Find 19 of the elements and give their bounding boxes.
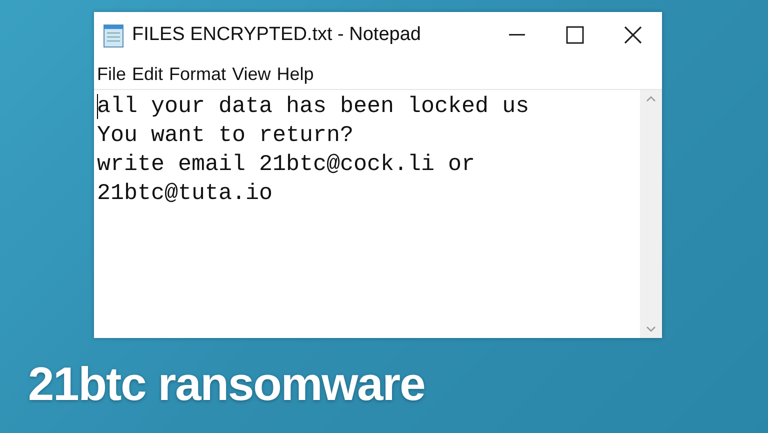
window-title: FILES ENCRYPTED.txt - Notepad bbox=[132, 24, 422, 46]
scroll-down-icon[interactable] bbox=[646, 326, 656, 332]
text-line: all your data has been locked us bbox=[97, 92, 530, 121]
notepad-icon bbox=[102, 22, 126, 48]
text-line: You want to return? bbox=[97, 121, 355, 150]
close-icon bbox=[624, 26, 642, 44]
text-line: write email 21btc@cock.li or bbox=[97, 150, 476, 179]
scrollbar[interactable] bbox=[640, 90, 662, 338]
menu-item[interactable]: Help bbox=[274, 64, 317, 84]
caption-title: 21btc ransomware bbox=[28, 357, 425, 410]
menu-item[interactable]: View bbox=[229, 64, 274, 84]
text-editor[interactable]: all your data has been locked us You want to return? write email 21btc@cock.li or 21btc@tuta.io bbox=[94, 90, 640, 338]
text-line: 21btc@tuta.io bbox=[97, 179, 274, 208]
scroll-up-icon[interactable] bbox=[646, 96, 656, 102]
menu-item[interactable]: File bbox=[94, 64, 130, 84]
menu-item[interactable]: Format bbox=[166, 64, 230, 84]
maximize-icon bbox=[566, 26, 584, 44]
menu-item[interactable]: Edit bbox=[129, 64, 166, 84]
minimize-icon bbox=[509, 34, 525, 36]
